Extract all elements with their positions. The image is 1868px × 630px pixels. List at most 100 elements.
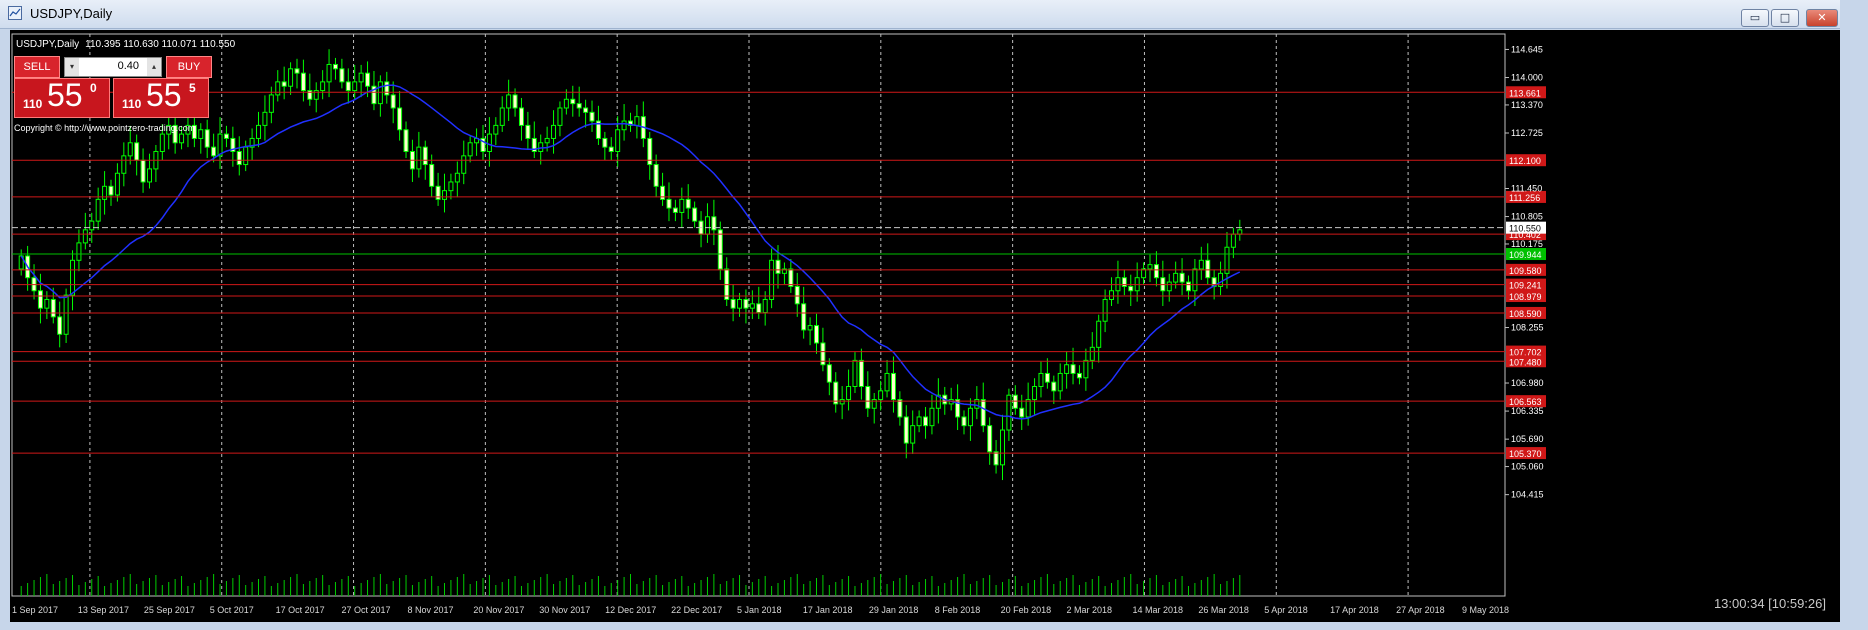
- candle-body: [76, 242, 82, 261]
- candle-body: [608, 146, 614, 152]
- candle-body: [775, 259, 781, 274]
- x-tick-label: 5 Oct 2017: [210, 605, 254, 615]
- candle-body: [384, 81, 390, 96]
- candle-body: [1198, 259, 1204, 270]
- x-tick-label: 30 Nov 2017: [539, 605, 590, 615]
- candle-body: [993, 451, 999, 466]
- buy-button[interactable]: BUY: [166, 56, 212, 78]
- candle-body: [288, 68, 294, 87]
- candle-body: [467, 142, 473, 157]
- candle-body: [50, 298, 56, 318]
- candle-body: [1166, 281, 1172, 292]
- x-tick-label: 13 Sep 2017: [78, 605, 129, 615]
- candle-body: [730, 298, 736, 309]
- window-titlebar[interactable]: USDJPY,Daily ▭ □ ✕: [0, 0, 1840, 29]
- lot-size-input[interactable]: ▾ 0.40 ▴: [64, 57, 162, 77]
- candle-body: [525, 124, 531, 139]
- candle-body: [846, 386, 852, 401]
- candle-body: [987, 425, 993, 453]
- candle-body: [95, 198, 101, 222]
- candle-body: [493, 124, 499, 135]
- candle-body: [762, 298, 768, 314]
- candle-body: [615, 129, 621, 152]
- candle-body: [801, 303, 807, 331]
- candle-body: [839, 399, 845, 405]
- candle-body: [211, 146, 217, 157]
- candle-body: [1064, 364, 1070, 374]
- candle-body: [1044, 372, 1050, 383]
- chart-window-icon: [8, 6, 22, 20]
- maximize-button[interactable]: □: [1771, 9, 1799, 27]
- sell-price-fraction: 0: [90, 81, 97, 95]
- chart-area[interactable]: 1 Sep 2017 13 Sep 2017 25 Sep 2017 5 Oct 20…: [10, 30, 1840, 622]
- candle-body: [833, 381, 839, 405]
- candle-body: [256, 124, 262, 139]
- candle-body: [692, 207, 698, 222]
- x-tick-label: 27 Oct 2017: [342, 605, 391, 615]
- candle-body: [320, 81, 326, 92]
- candle-body: [1147, 264, 1153, 270]
- x-tick-label: 2 Mar 2018: [1067, 605, 1113, 615]
- candle-body: [326, 63, 332, 83]
- candle-body: [961, 416, 967, 427]
- candle-body: [268, 94, 274, 113]
- candle-body: [666, 198, 672, 209]
- candle-body: [737, 298, 743, 309]
- lot-increase-icon[interactable]: ▴: [147, 58, 161, 76]
- candle-body: [1128, 285, 1134, 292]
- candle-body: [127, 142, 133, 157]
- candle-body: [243, 146, 249, 166]
- price-level-label: 108.979: [1509, 292, 1542, 302]
- candle-body: [429, 164, 435, 187]
- candle-body: [826, 364, 832, 383]
- x-tick-label: 25 Sep 2017: [144, 605, 195, 615]
- sell-price-button[interactable]: 110 55 0: [14, 77, 110, 118]
- candle-body: [967, 407, 973, 427]
- sell-button[interactable]: SELL: [14, 56, 60, 78]
- candle-body: [1038, 372, 1044, 388]
- candle-body: [518, 107, 524, 126]
- candlestick-chart[interactable]: 1 Sep 2017 13 Sep 2017 25 Sep 2017 5 Oct 20…: [10, 30, 1840, 622]
- candle-body: [294, 68, 300, 74]
- candle-body: [769, 259, 775, 300]
- candle-body: [82, 229, 88, 244]
- x-tick-label: 8 Nov 2017: [407, 605, 453, 615]
- buy-price-button[interactable]: 110 55 5: [113, 77, 209, 118]
- candle-body: [788, 268, 794, 287]
- candle-body: [897, 399, 903, 418]
- x-tick-label: 8 Feb 2018: [935, 605, 981, 615]
- candle-body: [461, 155, 467, 174]
- y-tick-label: 105.060: [1511, 462, 1544, 472]
- candle-body: [717, 229, 723, 270]
- candle-body: [1109, 290, 1115, 300]
- chart-window: USDJPY,Daily ▭ □ ✕ 1 Sep 2017 13 Sep 2017…: [0, 0, 1868, 630]
- y-tick-label: 112.725: [1511, 128, 1543, 138]
- x-tick-label: 22 Dec 2017: [671, 605, 722, 615]
- candle-body: [538, 142, 544, 152]
- candle-body: [44, 298, 50, 309]
- candle-body: [910, 425, 916, 444]
- candle-body: [583, 107, 589, 113]
- candle-body: [134, 142, 140, 161]
- candle-body: [339, 68, 345, 83]
- candle-body: [923, 416, 929, 427]
- candle-body: [1051, 381, 1057, 392]
- candle-body: [576, 103, 582, 109]
- close-button[interactable]: ✕: [1806, 9, 1838, 27]
- candle-body: [454, 172, 460, 183]
- candle-body: [794, 285, 800, 305]
- candle-body: [653, 164, 659, 187]
- candle-body: [813, 325, 819, 344]
- price-level-label: 111.256: [1509, 193, 1540, 203]
- minimize-button[interactable]: ▭: [1741, 9, 1769, 27]
- candle-body: [672, 207, 678, 213]
- candle-body: [557, 107, 563, 126]
- lot-value: 0.40: [117, 60, 139, 72]
- y-tick-label: 106.335: [1511, 406, 1544, 416]
- x-tick-label: 26 Mar 2018: [1198, 605, 1249, 615]
- candle-body: [890, 372, 896, 401]
- candle-body: [1012, 394, 1018, 409]
- lot-decrease-icon[interactable]: ▾: [65, 58, 79, 76]
- candle-body: [275, 81, 281, 96]
- x-tick-label: 20 Nov 2017: [473, 605, 524, 615]
